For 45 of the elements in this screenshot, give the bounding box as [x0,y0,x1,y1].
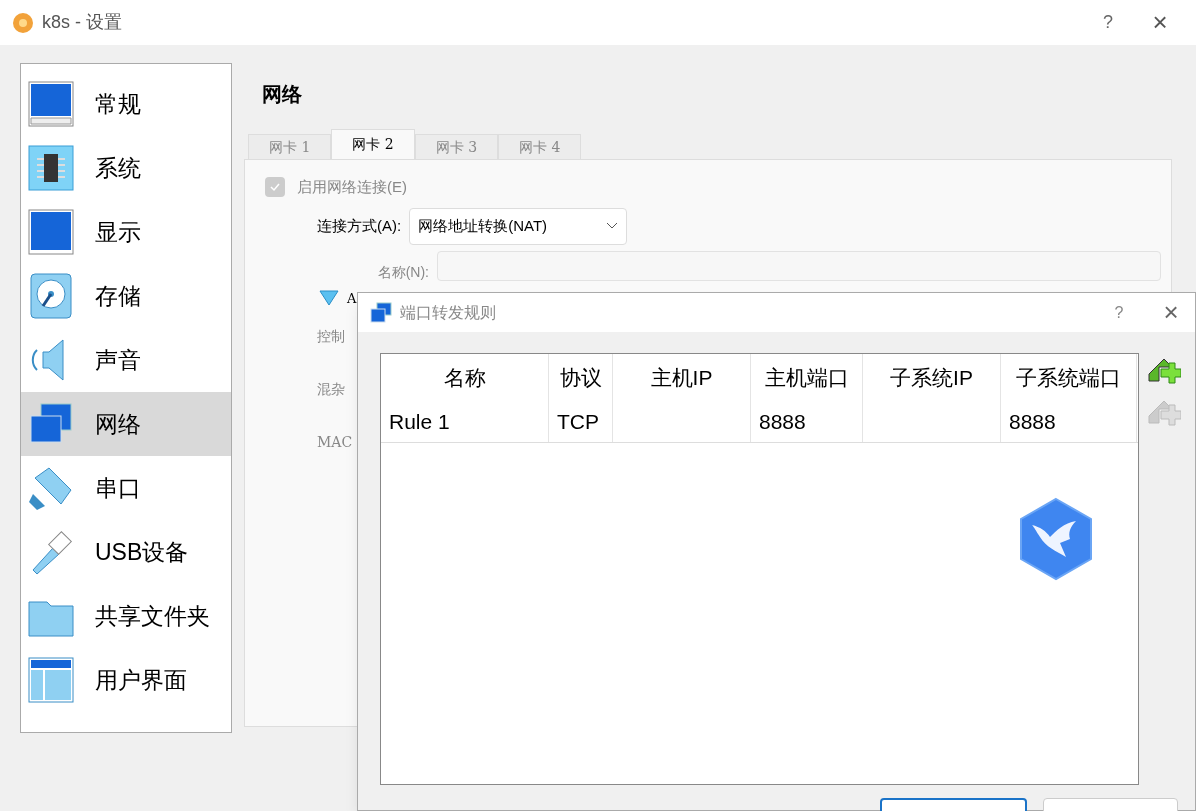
column-header[interactable]: 主机端口 [751,354,863,402]
close-button[interactable]: × [1147,293,1195,332]
window-title: k8s - 设置 [42,11,122,34]
sidebar-item[interactable]: 显示 [21,200,231,264]
checkbox-label: 启用网络连接(E) [297,177,407,197]
checkmark-icon [269,181,281,194]
field-label: 名称(N): [376,262,429,281]
sidebar-item[interactable]: 声音 [21,328,231,392]
sidebar-item[interactable]: 常规 [21,72,231,136]
advanced-label: A [347,289,357,308]
sidebar-item[interactable]: 存储 [21,264,231,328]
field-label: MAC [317,433,354,452]
chip-icon [27,144,75,192]
gear-flower-icon [12,11,34,34]
monitor-icon [27,80,75,128]
column-header[interactable]: 协议 [549,354,613,402]
tab[interactable]: 网卡 2 [331,129,415,159]
table-cell: 8888 [1001,402,1137,442]
chevron-down-icon [606,222,619,230]
page-heading: 网络 [262,82,303,107]
bird-logo-icon [1018,497,1094,581]
table-cell: Rule 1 [381,402,549,442]
table-cell: 8888 [751,402,863,442]
close-button[interactable]: × [1136,3,1184,42]
sidebar-item[interactable]: 用户界面 [21,648,231,712]
monitor-icon [27,208,75,256]
help-button[interactable]: ? [1099,300,1139,325]
column-header[interactable]: 子系统IP [863,354,1001,402]
sidebar-item[interactable]: 共享文件夹 [21,584,231,648]
help-button[interactable]: ? [1088,9,1128,36]
column-header[interactable]: 主机IP [613,354,751,402]
dialog-title: 端口转发规则 [400,302,496,323]
sidebar-item[interactable]: USB设备 [21,520,231,584]
field-label: 控制 [317,327,346,346]
sidebar-item[interactable]: 串口 [21,456,231,520]
network-icon [370,301,392,324]
sidebar-item[interactable]: 系统 [21,136,231,200]
column-header[interactable]: 名称 [381,354,549,402]
table-cell: TCP [549,402,613,442]
column-header[interactable]: 子系统端口 [1001,354,1137,402]
field-label: 连接方式(A): [317,215,402,236]
sidebar-item[interactable]: 网络 [21,392,231,456]
window-layout-icon [27,656,75,704]
mode-dropdown[interactable]: 网络地址转换(NAT) [409,207,628,245]
expand-triangle-icon[interactable] [319,290,339,307]
